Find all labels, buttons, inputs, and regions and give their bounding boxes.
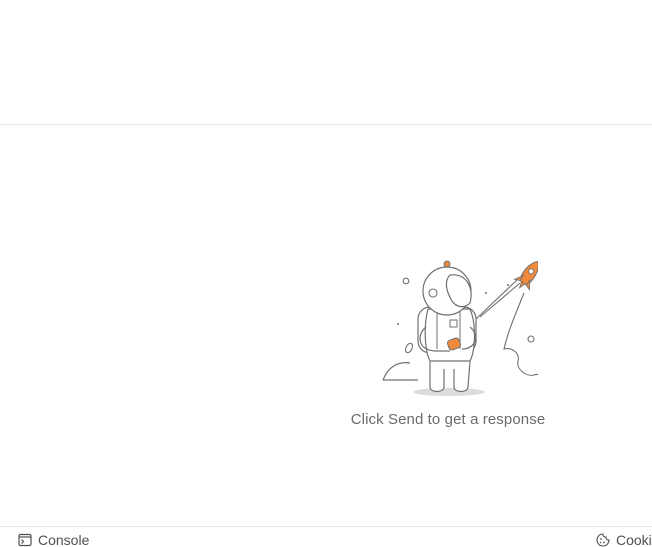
cookies-label: Cookies: [616, 531, 652, 547]
console-label: Console: [38, 531, 90, 547]
cookies-button[interactable]: Cookies: [596, 531, 652, 547]
status-bar: Console Cookies: [0, 526, 652, 547]
console-button[interactable]: Console: [18, 531, 89, 547]
app-window: Click Send to get a response Console Coo…: [0, 0, 652, 547]
astronaut-rocket-illustration: [382, 260, 538, 396]
request-area: [0, 0, 652, 125]
cookie-icon: [596, 532, 610, 547]
response-pane: Click Send to get a response: [0, 125, 652, 525]
empty-response-state: Click Send to get a response: [336, 257, 560, 428]
console-icon: [18, 533, 32, 547]
empty-response-message: Click Send to get a response: [350, 411, 546, 428]
